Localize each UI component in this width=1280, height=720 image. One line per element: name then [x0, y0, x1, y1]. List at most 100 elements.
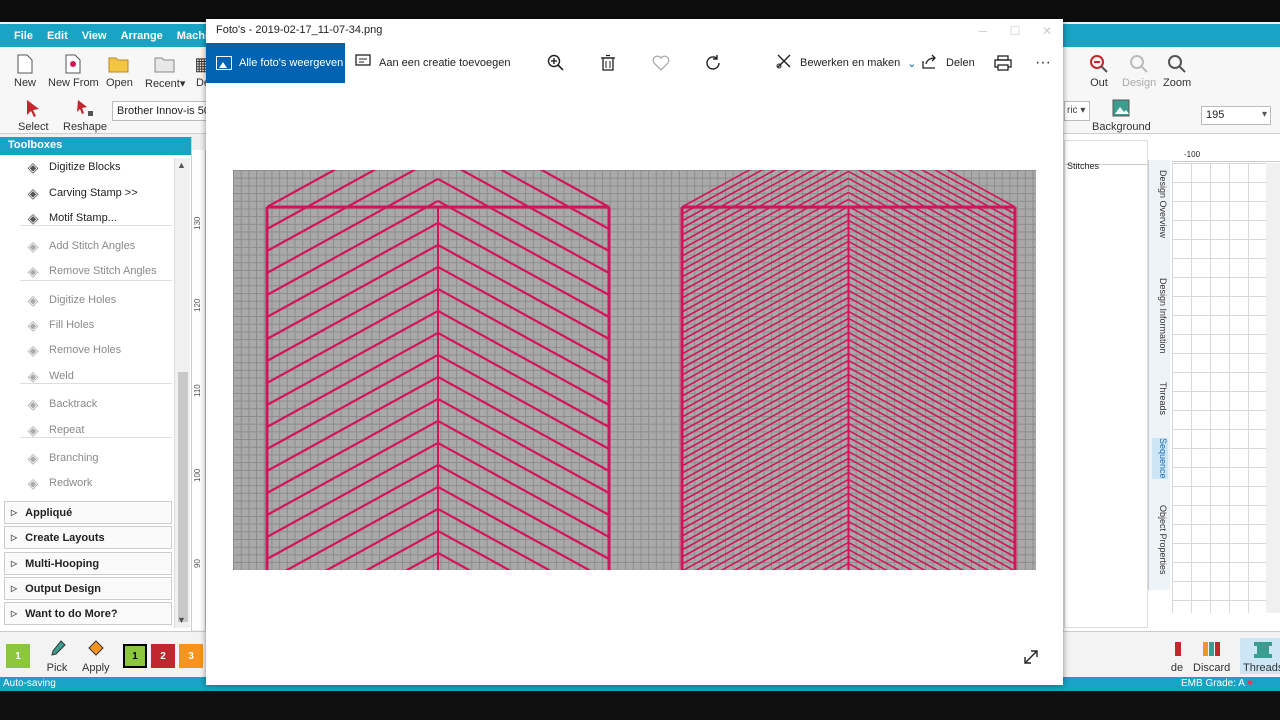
edit-create-button[interactable]: Bewerken en maken ⌄ [776, 43, 917, 83]
toolbox-section[interactable]: ▷ Want to do More? [4, 602, 172, 625]
toolbox-section[interactable]: ▷ Output Design [4, 577, 172, 600]
new-button[interactable]: New [14, 53, 36, 89]
new-from-label: New From [48, 77, 99, 89]
thread-swatch[interactable]: 1 [123, 644, 147, 668]
zoom-in-icon[interactable] [541, 43, 571, 83]
tool-item[interactable]: ◈ Branching [0, 446, 172, 470]
tool-item[interactable]: ◈ Backtrack [0, 392, 172, 416]
background-button[interactable]: Background [1092, 97, 1151, 133]
discard-button[interactable]: Discard [1193, 638, 1230, 674]
ruler-tick-120: 120 [193, 298, 202, 312]
toolbox-section[interactable]: ▷ Appliqué [4, 501, 172, 524]
toolbox-section[interactable]: ▷ Multi-Hooping [4, 552, 172, 575]
stitch-line [848, 331, 1016, 425]
stitch-line [848, 429, 1016, 523]
menu-arrange[interactable]: Arrange [114, 30, 170, 42]
fullscreen-expand-icon[interactable] [1022, 648, 1040, 671]
menu-file[interactable]: File [0, 30, 40, 42]
tool-item[interactable]: ◈ Carving Stamp >> [0, 181, 172, 205]
scroll-down-icon[interactable]: ▼ [177, 615, 186, 625]
tab-design-information[interactable]: Design Information [1152, 278, 1168, 354]
all-photos-button[interactable]: Alle foto's weergeven [206, 43, 345, 83]
toolbox-scrollbar[interactable]: ▲ ▼ [174, 158, 190, 628]
thread-swatch[interactable]: 3 [179, 644, 203, 668]
minimize-icon[interactable]: ─ [967, 19, 999, 43]
reshape-icon [74, 97, 96, 119]
toolboxes-title: Toolboxes [0, 137, 191, 155]
discard-label: Discard [1193, 662, 1231, 674]
scroll-up-icon[interactable]: ▲ [177, 160, 186, 170]
tool-item-label: Carving Stamp >> [49, 187, 138, 199]
photos-window-title: Foto's - 2019-02-17_11-07-34.png [216, 24, 383, 36]
tab-design-overview[interactable]: Design Overview [1152, 170, 1168, 238]
delete-icon[interactable] [593, 43, 623, 83]
thread-swatch[interactable]: 1 [6, 644, 30, 668]
tool-item[interactable]: ◈ Digitize Blocks [0, 155, 172, 179]
tab-object-properties[interactable]: Object Properties [1152, 505, 1168, 575]
tool-item[interactable]: ◈ Weld [0, 364, 172, 388]
tool-item[interactable]: ◈ Repeat [0, 418, 172, 442]
tool-item[interactable]: ◈ Motif Stamp... [0, 206, 172, 230]
tool-item[interactable]: ◈ Digitize Holes [0, 288, 172, 312]
stitch-line [681, 212, 849, 306]
more-options-icon[interactable]: ··· [1028, 43, 1058, 83]
zoom-button[interactable]: Zoom [1163, 53, 1191, 89]
digitize-blocks-icon: ◈ [27, 158, 39, 175]
threads-button[interactable]: Threads [1240, 638, 1280, 674]
close-icon[interactable]: ✕ [1031, 19, 1063, 43]
stitch-line [681, 429, 849, 523]
stitch-line [848, 219, 1016, 313]
canvas-scrollbar[interactable] [1266, 163, 1280, 613]
tool-separator [20, 280, 172, 281]
share-button[interactable]: Delen [922, 43, 975, 83]
design-canvas-grid[interactable] [1172, 163, 1266, 613]
design-label: Design [1122, 77, 1157, 89]
new-from-button[interactable]: New From [48, 53, 99, 89]
tool-item[interactable]: ◈ Fill Holes [0, 313, 172, 337]
stitch-line [848, 317, 1016, 411]
tool-item[interactable]: ◈ Remove Holes [0, 338, 172, 362]
select-button[interactable]: Select [18, 97, 49, 133]
rotate-icon[interactable] [698, 43, 728, 83]
pick-button[interactable]: Pick [46, 638, 68, 674]
tool-item-label: Remove Stitch Angles [49, 265, 157, 277]
recent-button[interactable]: Recent▾ [145, 53, 185, 90]
carving-stamp-icon: ◈ [27, 184, 39, 201]
zoom-design-button[interactable]: Design [1122, 53, 1156, 89]
de-button[interactable]: de [1166, 638, 1188, 674]
fabric-select[interactable]: ric ▾ [1064, 101, 1090, 121]
add-to-creation-button[interactable]: Aan een creatie toevoegen [355, 43, 511, 83]
stitch-line [681, 275, 849, 369]
stitch-line [848, 443, 1016, 537]
favorite-heart-icon[interactable] [646, 43, 676, 83]
tool-item[interactable]: ◈ Redwork [0, 471, 172, 495]
zoom-out-button[interactable]: Out [1088, 53, 1110, 89]
stitch-line [681, 380, 849, 474]
tab-threads[interactable]: Threads [1152, 382, 1168, 415]
machine-select[interactable]: Brother Innov-is 500 [112, 101, 208, 121]
maximize-icon[interactable]: ☐ [999, 19, 1031, 43]
stitch-line [681, 387, 849, 481]
tool-item[interactable]: ◈ Add Stitch Angles [0, 234, 172, 258]
toolbox-section[interactable]: ▷ Create Layouts [4, 526, 172, 549]
zoom-level-select[interactable]: 195 [1201, 106, 1271, 125]
status-emb-grade: EMB Grade: A ♥ [1181, 678, 1253, 689]
expand-arrow-icon: ▷ [11, 559, 18, 568]
apply-button[interactable]: Apply [82, 638, 110, 674]
stitch-line [681, 366, 849, 460]
menu-edit[interactable]: Edit [40, 30, 75, 42]
reshape-button[interactable]: Reshape [63, 97, 107, 133]
repeat-icon: ◈ [27, 421, 39, 438]
print-icon[interactable] [988, 43, 1018, 83]
open-button[interactable]: Open [106, 53, 133, 89]
tab-sequence[interactable]: Sequence [1152, 438, 1168, 479]
tool-item-label: Backtrack [49, 398, 98, 410]
stitch-line [681, 296, 849, 390]
menu-view[interactable]: View [75, 30, 114, 42]
scroll-thumb[interactable] [178, 372, 188, 622]
stitch-line [324, 507, 439, 570]
stitch-line [848, 422, 1016, 516]
thread-swatch[interactable]: 2 [151, 644, 175, 668]
stitch-line [681, 331, 849, 425]
stitch-line [848, 170, 1016, 264]
